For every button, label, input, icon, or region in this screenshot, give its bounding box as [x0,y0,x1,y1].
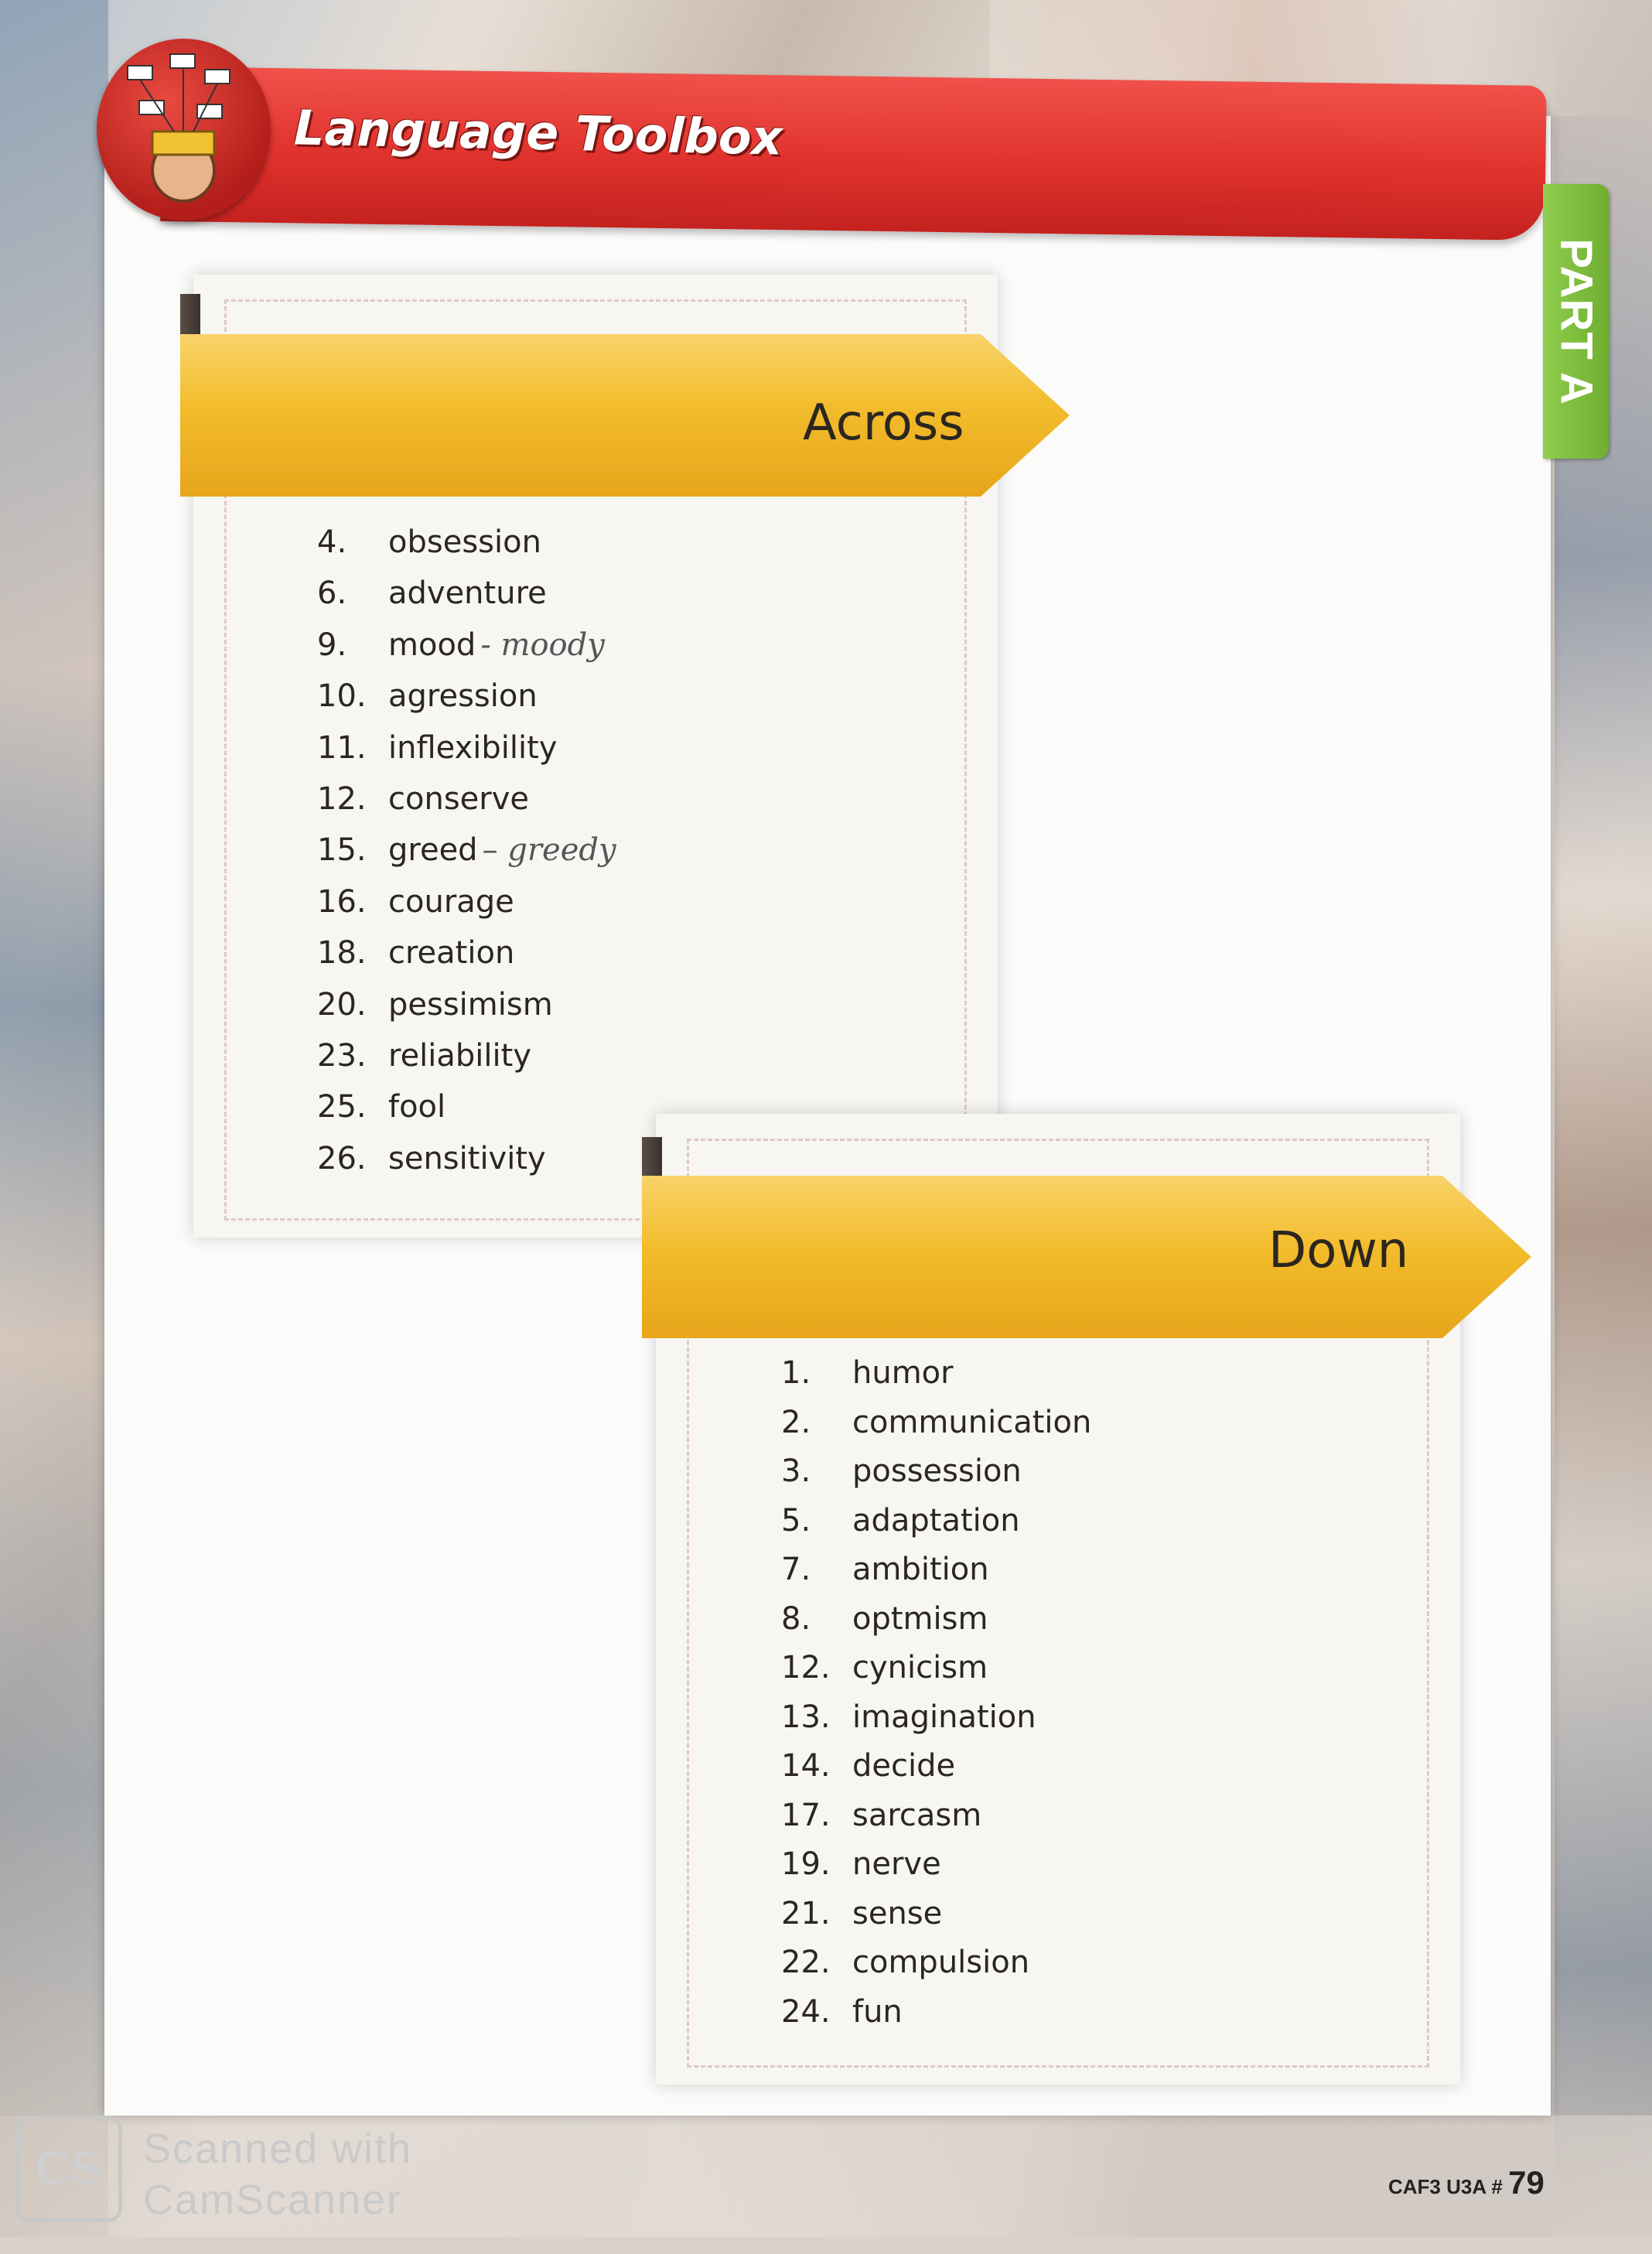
down-item-word: ambition [852,1552,989,1587]
across-item-word-text: courage [388,883,514,920]
across-item-number: 23. [317,1037,367,1074]
part-tab-label: PART A [1551,237,1601,405]
down-item-word-text: compulsion [852,1945,1030,1980]
across-item-number: 6. [317,575,347,612]
down-item-word-text: nerve [852,1846,941,1882]
down-item-word: possession [852,1453,1022,1489]
across-item-number: 4. [317,524,347,560]
across-item-number: 15. [317,832,367,869]
down-item-word-text: sarcasm [852,1797,982,1833]
across-item-number: 10. [317,678,367,715]
down-item-word-text: adaptation [852,1502,1020,1539]
down-item-number: 12. [781,1650,831,1685]
across-heading: Across [803,394,964,452]
across-item-word: fool [388,1089,445,1125]
across-item-word: creation [388,935,514,971]
down-item-number: 13. [781,1699,831,1735]
across-item-word: agression [388,678,538,714]
background-lettering [619,2119,656,2254]
across-item-word-text: greed [388,832,478,869]
down-item-word-text: cynicism [852,1650,988,1685]
down-item-word: cynicism [852,1650,988,1685]
across-item-handwritten-note: – greedy [482,832,616,869]
across-item-word: adventure [388,575,547,611]
down-item-number: 2. [781,1404,811,1440]
across-item-word-text: pessimism [388,986,553,1023]
down-item-word: communication [852,1405,1091,1440]
down-item-word-text: humor [852,1355,954,1391]
across-item-word: pessimism [388,987,553,1023]
camscanner-line-2: CamScanner [143,2177,403,2223]
across-item-word: inflexibility [388,730,557,766]
across-item-number: 9. [317,627,347,663]
across-item-word: reliability [388,1038,531,1074]
down-item-word: fun [852,1994,903,2030]
across-item-word-text: agression [388,678,538,715]
across-item-word-text: mood [388,627,476,663]
across-item-word-text: inflexibility [388,729,558,766]
down-heading: Down [1268,1222,1409,1279]
down-item-number: 3. [781,1453,811,1489]
down-item-word: sense [852,1896,942,1931]
down-item-word: humor [852,1355,954,1391]
down-item-word-text: optmism [852,1600,988,1637]
down-item-word-text: communication [852,1404,1092,1440]
down-item-word-text: sense [852,1895,943,1931]
down-item-word: optmism [852,1601,988,1637]
across-item-word-text: fool [388,1089,446,1125]
down-item-number: 19. [781,1846,831,1882]
down-item-number: 1. [781,1355,811,1391]
down-item-word: imagination [852,1699,1036,1735]
down-item-word-text: ambition [852,1552,989,1587]
down-item-number: 24. [781,1993,831,2030]
down-item-word: nerve [852,1846,941,1882]
down-item-number: 7. [781,1552,811,1587]
down-item-word-text: fun [852,1993,903,2030]
page-code: CAF3 U3A # 79 [1388,2164,1544,2201]
down-item-number: 17. [781,1797,831,1833]
part-tab: PART A [1543,184,1609,459]
across-item-word: greed – greedy [388,832,616,868]
across-item-number: 11. [317,729,367,766]
across-item-number: 25. [317,1089,367,1125]
across-item-word: courage [388,884,514,920]
across-item-number: 26. [317,1140,367,1177]
down-item-number: 5. [781,1502,811,1539]
across-item-word-text: adventure [388,575,547,612]
across-item-word-text: sensitivity [388,1140,546,1177]
unit-code: CAF3 U3A # [1388,2175,1503,2198]
across-item-number: 12. [317,780,367,817]
across-item-handwritten-note: - moody [480,627,605,663]
camscanner-text: Scanned with CamScanner [143,2123,412,2225]
down-item-word-text: possession [852,1453,1022,1489]
across-item-word-text: conserve [388,780,529,817]
down-item-word: sarcasm [852,1798,981,1833]
toolbox-mascot-icon [97,39,271,220]
page-number: 79 [1508,2164,1544,2201]
page-title: Language Toolbox [293,99,783,166]
down-item-word-text: imagination [852,1699,1036,1735]
camscanner-logo-icon: CS [15,2116,122,2222]
down-item-word: decide [852,1748,955,1784]
camscanner-watermark: CS Scanned with CamScanner [15,2116,418,2224]
across-item-word: sensitivity [388,1141,546,1177]
across-item-word: conserve [388,781,529,817]
across-item-word-text: creation [388,935,515,972]
across-item-number: 18. [317,935,367,972]
down-item-number: 14. [781,1748,831,1784]
across-item-number: 20. [317,986,367,1023]
down-item-number: 8. [781,1600,811,1637]
across-item-word-text: reliability [388,1037,531,1074]
down-item-number: 21. [781,1895,831,1931]
camscanner-line-1: Scanned with [143,2126,413,2172]
down-item-word: adaptation [852,1503,1020,1539]
down-item-word-text: decide [852,1748,956,1784]
across-item-word-text: obsession [388,524,541,560]
down-item-word: compulsion [852,1945,1029,1980]
across-item-word: mood - moody [388,627,605,663]
down-item-number: 22. [781,1945,831,1980]
across-item-number: 16. [317,883,367,920]
across-item-word: obsession [388,524,541,560]
